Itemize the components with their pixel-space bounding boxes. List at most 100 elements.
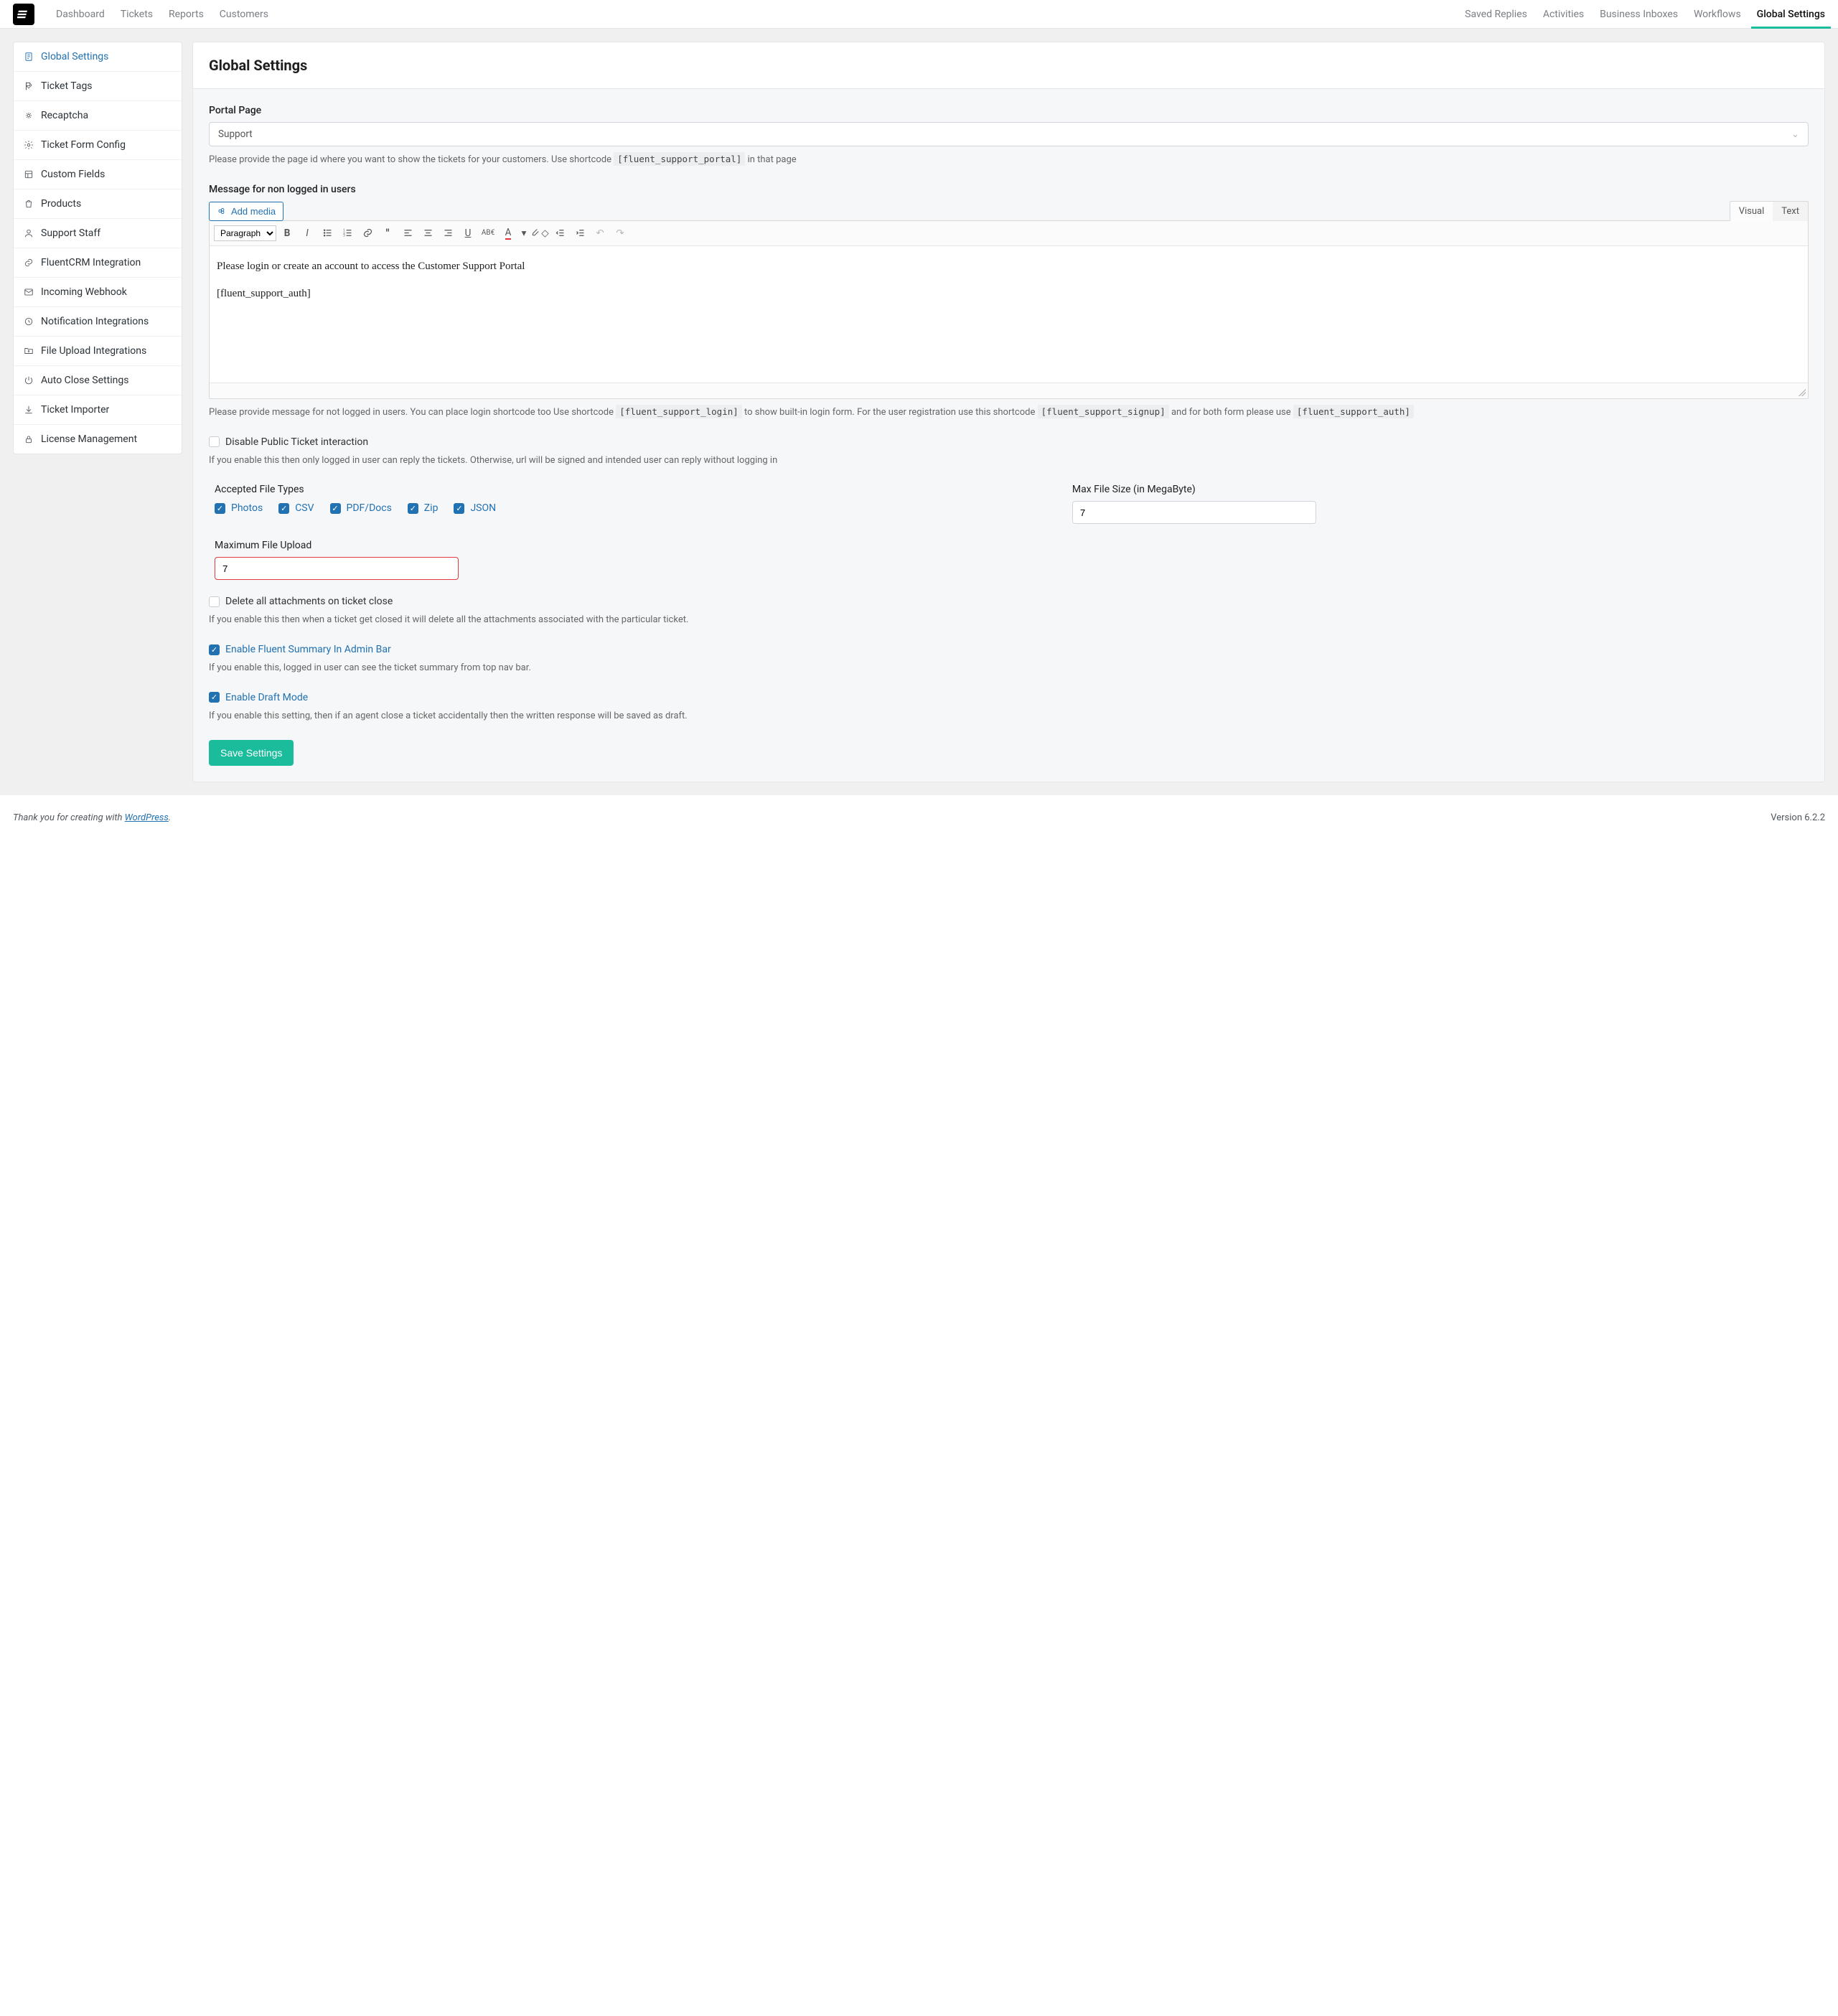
sidebar-item-label: File Upload Integrations [41, 345, 146, 357]
save-settings-button[interactable]: Save Settings [209, 740, 294, 766]
secondary-nav: Saved Replies Activities Business Inboxes W… [1465, 9, 1825, 20]
align-center-button[interactable] [418, 224, 437, 243]
sidebar-item-label: FluentCRM Integration [41, 257, 141, 268]
sidebar-item-recaptcha[interactable]: Recaptcha [14, 101, 182, 131]
sidebar: Global Settings Ticket Tags Recaptcha Ticke… [13, 42, 182, 454]
max-filesize-label: Max File Size (in MegaByte) [1072, 484, 1316, 495]
redo-button[interactable]: ↷ [611, 224, 629, 243]
doc-icon [24, 52, 34, 62]
sidebar-item-ticket-form-config[interactable]: Ticket Form Config [14, 131, 182, 160]
indent-button[interactable] [571, 224, 589, 243]
add-media-button[interactable]: Add media [209, 202, 283, 221]
align-left-button[interactable] [398, 224, 417, 243]
max-upload-input[interactable] [215, 557, 459, 580]
portal-shortcode: [fluent_support_portal] [614, 152, 745, 166]
bullet-list-button[interactable] [318, 224, 337, 243]
italic-button[interactable]: I [298, 224, 317, 243]
rich-text-editor: Paragraph B I 123 " U AB€ A ▾ [209, 220, 1809, 399]
content-panel: Global Settings Portal Page Support ⌄ Pl… [192, 42, 1825, 782]
power-icon [24, 375, 34, 385]
sidebar-item-custom-fields[interactable]: Custom Fields [14, 160, 182, 189]
tab-visual[interactable]: Visual [1730, 202, 1773, 221]
subnav-activities[interactable]: Activities [1543, 9, 1584, 20]
filetype-pdfdocs-checkbox[interactable] [330, 503, 341, 514]
filetypes-group: PhotosCSVPDF/DocsZipJSON [215, 502, 1044, 514]
sidebar-item-ticket-tags[interactable]: Ticket Tags [14, 72, 182, 101]
text-color-dropdown[interactable]: ▾ [519, 224, 529, 243]
sidebar-item-global-settings[interactable]: Global Settings [14, 42, 182, 72]
bold-button[interactable]: B [278, 224, 296, 243]
enable-draft-checkbox[interactable] [209, 692, 220, 703]
portal-page-select[interactable]: Support ⌄ [209, 122, 1809, 146]
underline-button[interactable]: U [459, 224, 477, 243]
sidebar-item-label: Ticket Tags [41, 80, 93, 92]
enable-summary-checkbox[interactable] [209, 644, 220, 655]
svg-text:3: 3 [343, 235, 345, 238]
lock-icon [24, 434, 34, 444]
max-upload-label: Maximum File Upload [215, 540, 1809, 551]
align-right-button[interactable] [439, 224, 457, 243]
strikethrough-button[interactable]: AB€ [479, 224, 497, 243]
undo-button[interactable]: ↶ [591, 224, 609, 243]
wordpress-link[interactable]: WordPress [125, 812, 169, 823]
tag-icon [24, 81, 34, 91]
mail-icon [24, 287, 34, 297]
delete-attachments-help: If you enable this then when a ticket ge… [209, 613, 1809, 628]
sidebar-item-file-upload-integrations[interactable]: File Upload Integrations [14, 337, 182, 366]
link-button[interactable] [358, 224, 377, 243]
sidebar-item-label: Recaptcha [41, 110, 88, 121]
sidebar-item-license-management[interactable]: License Management [14, 425, 182, 454]
sidebar-item-label: Ticket Importer [41, 404, 109, 416]
disable-public-help: If you enable this then only logged in u… [209, 454, 1809, 469]
sidebar-item-label: Auto Close Settings [41, 375, 128, 386]
outdent-button[interactable] [550, 224, 569, 243]
subnav-saved-replies[interactable]: Saved Replies [1465, 9, 1527, 20]
sidebar-item-notification-integrations[interactable]: Notification Integrations [14, 307, 182, 337]
subnav-business-inboxes[interactable]: Business Inboxes [1600, 9, 1678, 20]
filetype-photos-checkbox[interactable] [215, 503, 225, 514]
blockquote-button[interactable]: " [378, 224, 397, 243]
portal-help-text: Please provide the page id where you wan… [209, 152, 1809, 168]
filetype-label: Photos [231, 502, 263, 514]
gear-icon [24, 140, 34, 150]
nav-tickets[interactable]: Tickets [121, 9, 153, 20]
filetype-label: CSV [295, 502, 314, 514]
max-filesize-input[interactable] [1072, 501, 1316, 524]
paragraph-select[interactable]: Paragraph [214, 225, 276, 241]
sidebar-item-label: Global Settings [41, 51, 108, 62]
page-title: Global Settings [209, 57, 1809, 74]
message-help-text: Please provide message for not logged in… [209, 405, 1809, 421]
chevron-down-icon: ⌄ [1791, 128, 1799, 140]
sidebar-item-products[interactable]: Products [14, 189, 182, 219]
portal-page-selected: Support [218, 128, 253, 140]
filetype-zip-checkbox[interactable] [408, 503, 418, 514]
text-color-button[interactable]: A [499, 224, 517, 243]
sidebar-item-support-staff[interactable]: Support Staff [14, 219, 182, 248]
filetype-label: Zip [424, 502, 439, 514]
subnav-workflows[interactable]: Workflows [1694, 9, 1741, 20]
delete-attachments-checkbox[interactable] [209, 596, 220, 607]
version-text: Version 6.2.2 [1771, 812, 1825, 823]
filetype-json-checkbox[interactable] [454, 503, 464, 514]
numbered-list-button[interactable]: 123 [338, 224, 357, 243]
editor-tabs: Visual Text [1730, 201, 1809, 221]
nav-customers[interactable]: Customers [220, 9, 268, 20]
folder-icon [24, 346, 34, 356]
filetype-csv-checkbox[interactable] [278, 503, 289, 514]
disable-public-checkbox[interactable] [209, 436, 220, 447]
subnav-global-settings[interactable]: Global Settings [1757, 9, 1825, 20]
nav-dashboard[interactable]: Dashboard [56, 9, 105, 20]
delete-attachments-label: Delete all attachments on ticket close [225, 596, 393, 607]
footer: Thank you for creating with WordPress. V… [0, 795, 1838, 836]
nav-reports[interactable]: Reports [169, 9, 204, 20]
disable-public-label: Disable Public Ticket interaction [225, 436, 368, 448]
sidebar-item-incoming-webhook[interactable]: Incoming Webhook [14, 278, 182, 307]
sidebar-item-label: Ticket Form Config [41, 139, 126, 151]
sidebar-item-ticket-importer[interactable]: Ticket Importer [14, 395, 182, 425]
sidebar-item-auto-close-settings[interactable]: Auto Close Settings [14, 366, 182, 395]
sidebar-item-fluentcrm-integration[interactable]: FluentCRM Integration [14, 248, 182, 278]
tab-text[interactable]: Text [1773, 202, 1808, 221]
clear-format-button[interactable]: ◇ [530, 224, 549, 243]
editor-content[interactable]: Please login or create an account to acc… [210, 246, 1808, 383]
enable-draft-label: Enable Draft Mode [225, 692, 308, 703]
